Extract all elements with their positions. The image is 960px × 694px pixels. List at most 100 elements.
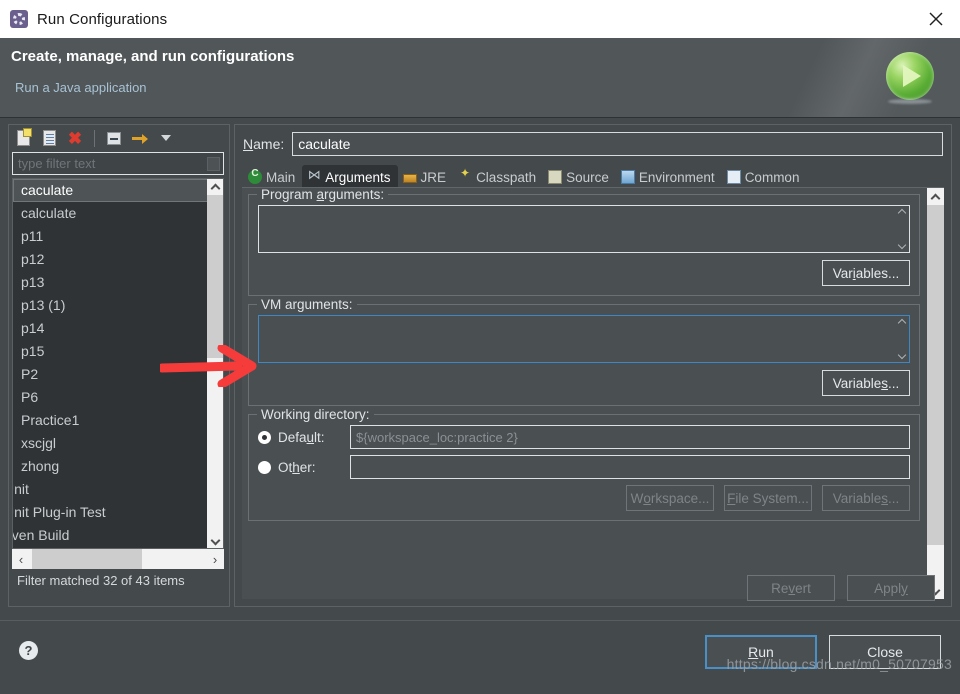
working-variables-button[interactable]: Variable s...	[822, 485, 910, 511]
default-label: Default:	[278, 429, 325, 445]
vm-variables-button[interactable]: Variable s...	[822, 370, 910, 396]
vm-arguments-scrollbar[interactable]	[894, 316, 909, 362]
list-item[interactable]: p12	[13, 248, 209, 271]
list-item[interactable]: Unit	[13, 478, 209, 501]
configurations-list-vscrollbar[interactable]	[207, 179, 223, 548]
program-variables-button[interactable]: Var i ables...	[822, 260, 910, 286]
chevron-down-icon[interactable]	[155, 128, 177, 149]
list-item[interactable]: P6	[13, 386, 209, 409]
scroll-up-icon[interactable]	[897, 318, 906, 328]
titlebar: Run Configurations	[0, 0, 960, 38]
tab-environment[interactable]: Environment	[616, 165, 722, 189]
duplicate-icon[interactable]	[38, 128, 60, 149]
list-item[interactable]: p13 (1)	[13, 294, 209, 317]
file-system-button[interactable]: File System...	[724, 485, 812, 511]
scroll-up-icon[interactable]	[207, 179, 223, 195]
workspace-button[interactable]: Wo rkspace...	[626, 485, 714, 511]
list-item[interactable]: P2	[13, 363, 209, 386]
name-row: Name:	[235, 125, 951, 156]
filter-box[interactable]	[12, 152, 224, 175]
arguments-tab-content: Program arguments: Var i ables... VM arg…	[242, 187, 944, 599]
chevron-left-icon[interactable]: ‹	[12, 549, 30, 569]
list-item[interactable]: p14	[13, 317, 209, 340]
working-directory-other-row[interactable]: Other:	[258, 455, 910, 479]
tab-main[interactable]: Main	[243, 165, 302, 189]
tab-label: Common	[744, 169, 800, 185]
vscroll-thumb[interactable]	[207, 195, 223, 358]
list-item[interactable]: xscjgl	[13, 432, 209, 455]
apply-button[interactable]: Appl y	[847, 575, 935, 601]
close-button[interactable]: Close	[829, 635, 941, 669]
working-directory-group: Working directory: Default: Other:	[248, 407, 920, 521]
configurations-panel: ✖ caculatecalculatep11p12p13p13 (1)p14p1…	[8, 125, 230, 694]
tab-classpath[interactable]: Classpath	[453, 165, 543, 189]
list-item[interactable]: zhong	[13, 455, 209, 478]
scroll-down-icon[interactable]	[897, 240, 906, 250]
tab-common[interactable]: Common	[722, 165, 807, 189]
program-arguments-scrollbar[interactable]	[894, 206, 909, 252]
main-tab-icon	[248, 168, 262, 184]
list-item[interactable]: aven Build	[13, 524, 209, 547]
default-directory-input	[350, 425, 910, 449]
vm-arguments-input[interactable]	[259, 316, 894, 362]
vm-arguments-buttons: Variable s...	[258, 370, 910, 396]
list-item[interactable]: p11	[13, 225, 209, 248]
search-input[interactable]	[16, 155, 207, 172]
tab-label: Arguments	[325, 169, 391, 185]
dialog-footer: ? Run Close https://blog.csdn.net/m0_507…	[0, 620, 960, 694]
dialog-banner: Create, manage, and run configurations R…	[0, 38, 960, 118]
tab-label: Source	[566, 169, 609, 185]
green-play-icon	[886, 52, 938, 104]
tab-arguments[interactable]: Arguments	[302, 165, 398, 189]
configurations-toolbar: ✖	[8, 125, 230, 151]
chevron-right-icon[interactable]: ›	[206, 549, 224, 569]
clear-filter-icon[interactable]	[207, 156, 220, 171]
program-arguments-field[interactable]	[258, 205, 910, 253]
footer-buttons: Run Close	[705, 635, 941, 669]
tab-source[interactable]: Source	[543, 165, 616, 189]
scroll-down-icon[interactable]	[897, 350, 906, 360]
banner-subtitle: Run a Java application	[15, 80, 147, 95]
filter-status: Filter matched 32 of 43 items	[17, 573, 185, 588]
list-item[interactable]: p15	[13, 340, 209, 363]
default-radio[interactable]	[258, 430, 271, 444]
collapse-all-icon[interactable]	[103, 128, 125, 149]
working-directory-default-row[interactable]: Default:	[258, 425, 910, 449]
window-title: Run Configurations	[37, 10, 168, 28]
filter-icon[interactable]	[129, 128, 151, 149]
program-arguments-group: Program arguments: Var i ables...	[248, 188, 920, 296]
name-input[interactable]	[292, 132, 943, 156]
list-item[interactable]: p13	[13, 271, 209, 294]
list-item[interactable]: caculate	[13, 179, 209, 202]
run-configurations-dialog: Run Configurations Create, manage, and r…	[0, 0, 960, 694]
new-launch-configuration-icon[interactable]	[12, 128, 34, 149]
list-item[interactable]: Practice1	[13, 409, 209, 432]
hscroll-thumb[interactable]	[32, 549, 142, 569]
common-tab-icon	[726, 170, 741, 184]
toolbar-separator	[94, 129, 95, 147]
help-icon[interactable]: ?	[19, 641, 38, 660]
classpath-tab-icon	[458, 166, 472, 184]
other-radio[interactable]	[258, 460, 271, 474]
list-item[interactable]: Unit Plug-in Test	[13, 501, 209, 524]
content-scroll-thumb[interactable]	[927, 205, 944, 545]
working-directory-label: Working directory:	[257, 407, 374, 422]
close-icon[interactable]	[912, 0, 960, 38]
revert-button[interactable]: Re v ert	[747, 575, 835, 601]
scroll-up-icon[interactable]	[897, 208, 906, 218]
other-directory-input[interactable]	[350, 455, 910, 479]
delete-icon[interactable]: ✖	[64, 128, 86, 149]
program-arguments-input[interactable]	[259, 206, 894, 252]
list-item[interactable]: calculate	[13, 202, 209, 225]
content-pane-scrollbar[interactable]	[927, 188, 944, 599]
configurations-list[interactable]: caculate calculate p11 p12 p13 p13 (1) p14 p15 P…	[12, 178, 224, 549]
scroll-up-icon[interactable]	[927, 188, 944, 205]
play-triangle	[903, 65, 921, 87]
configurations-list-hscrollbar[interactable]: ‹ ›	[12, 549, 224, 569]
tab-jre[interactable]: JRE	[398, 165, 454, 189]
play-shadow	[888, 99, 932, 104]
scroll-down-icon[interactable]	[207, 534, 223, 548]
run-button[interactable]: Run	[705, 635, 817, 669]
vm-arguments-field[interactable]	[258, 315, 910, 363]
program-arguments-buttons: Var i ables...	[258, 260, 910, 286]
